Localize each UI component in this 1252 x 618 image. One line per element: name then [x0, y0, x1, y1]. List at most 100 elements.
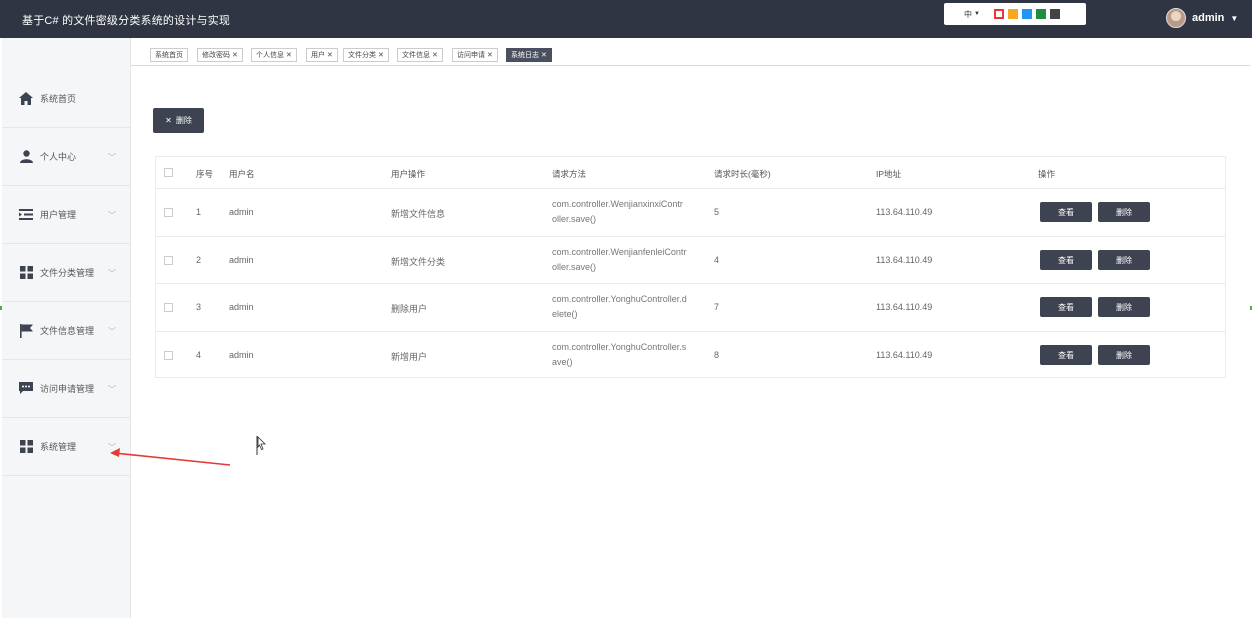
tab-label: 个人信息 [256, 52, 284, 59]
sidebar-item-access-request[interactable]: 访问申请管理 ﹀ [2, 360, 131, 418]
table-header-row: 序号 用户名 用户操作 请求方法 请求时长(毫秒) IP地址 操作 [156, 157, 1225, 189]
close-icon[interactable]: ✕ [541, 51, 547, 59]
chevron-down-icon: ﹀ [108, 327, 116, 336]
view-button[interactable]: 查看 [1040, 345, 1092, 365]
row-method: com.controller.WenjianxinxiContr oller.sa… [552, 197, 683, 227]
column-header: 用户名 [229, 169, 255, 179]
row-checkbox[interactable] [164, 208, 173, 217]
sidebar-item-file-category[interactable]: 文件分类管理 ﹀ [2, 244, 131, 302]
avatar [1166, 8, 1186, 28]
row-number: 2 [196, 255, 202, 265]
tab-system-log[interactable]: 系统日志 ✕ [506, 48, 552, 62]
chevron-down-icon: ﹀ [108, 211, 116, 220]
row-checkbox[interactable] [164, 303, 173, 312]
theme-swatch-dark[interactable] [1049, 9, 1060, 19]
table-row: 2 admin 新增文件分类 com.controller.Wenjianfen… [156, 237, 1225, 284]
tab-label: 文件信息 [402, 52, 430, 59]
tab-home[interactable]: 系统首页 [150, 48, 188, 62]
sidebar-item-users[interactable]: 用户管理 ﹀ [2, 186, 131, 244]
delete-button[interactable]: 删除 [1098, 297, 1150, 317]
tab-change-password[interactable]: 修改密码 ✕ [197, 48, 243, 62]
row-checkbox[interactable] [164, 351, 173, 360]
row-method-line: com.controller.WenjianfenleiContr [552, 247, 687, 257]
view-button[interactable]: 查看 [1040, 297, 1092, 317]
column-header: 序号 [196, 169, 214, 179]
chevron-down-icon: ﹀ [108, 385, 116, 394]
theme-swatch-blue[interactable] [1021, 9, 1032, 19]
window-edge-marker [0, 306, 2, 310]
batch-delete-button[interactable]: ✕ 删除 [153, 108, 204, 133]
delete-button[interactable]: 删除 [1098, 202, 1150, 222]
home-icon [18, 92, 34, 106]
sidebar-item-file-info[interactable]: 文件信息管理 ﹀ [2, 302, 131, 360]
sidebar-item-personal[interactable]: 个人中心 ﹀ [2, 128, 131, 186]
tab-file-info[interactable]: 文件信息 ✕ [397, 48, 443, 62]
top-header: 基于C# 的文件密级分类系统的设计与实现 中 ▼ admin ▼ [0, 0, 1252, 38]
row-method: com.controller.WenjianfenleiContr oller.s… [552, 245, 686, 275]
close-icon[interactable]: ✕ [232, 51, 238, 59]
tab-file-category[interactable]: 文件分类 ✕ [343, 48, 389, 62]
tab-label: 文件分类 [348, 52, 376, 59]
tab-label: 访问申请 [457, 52, 485, 59]
tab-label: 系统首页 [155, 52, 183, 59]
row-method-line: oller.save() [552, 214, 597, 224]
close-icon[interactable]: ✕ [487, 51, 493, 59]
grid-icon [18, 266, 34, 280]
row-method: com.controller.YonghuController.s ave() [552, 340, 686, 370]
view-button[interactable]: 查看 [1040, 250, 1092, 270]
row-operation: 新增文件信息 [391, 209, 446, 219]
caret-down-icon: ▼ [974, 11, 980, 17]
row-method: com.controller.YonghuController.d elete() [552, 292, 687, 322]
close-icon[interactable]: ✕ [327, 51, 333, 59]
user-menu[interactable]: admin ▼ [1166, 8, 1238, 28]
chevron-down-icon: ﹀ [108, 153, 116, 162]
column-header: 请求方法 [552, 169, 587, 179]
delete-button[interactable]: 删除 [1098, 250, 1150, 270]
row-duration: 5 [714, 207, 720, 217]
sidebar-item-label: 系统首页 [40, 94, 77, 104]
tab-access-request[interactable]: 访问申请 ✕ [452, 48, 498, 62]
row-username: admin [229, 302, 254, 312]
select-all-checkbox[interactable] [164, 168, 173, 177]
caret-down-icon: ▼ [1230, 13, 1239, 23]
sidebar-item-label: 文件分类管理 [40, 268, 95, 278]
row-method-line: com.controller.WenjianxinxiContr [552, 199, 683, 209]
tab-users[interactable]: 用户 ✕ [306, 48, 338, 62]
tab-personal-info[interactable]: 个人信息 ✕ [251, 48, 297, 62]
theme-swatch-red[interactable] [993, 9, 1004, 19]
mouse-cursor-icon [256, 436, 266, 455]
row-number: 4 [196, 350, 202, 360]
theme-swatch-orange[interactable] [1007, 9, 1018, 19]
row-username: admin [229, 255, 254, 265]
row-number: 3 [196, 302, 202, 312]
language-select[interactable]: 中 ▼ [964, 9, 980, 20]
sidebar-item-home[interactable]: 系统首页 [2, 70, 131, 128]
theme-toolbar: 中 ▼ [944, 3, 1086, 25]
close-icon[interactable]: ✕ [286, 51, 292, 59]
tab-bar: 系统首页 修改密码 ✕ 个人信息 ✕ 用户 ✕ 文件分类 ✕ 文件信息 ✕ 访问申请 ✕ 系… [131, 38, 1250, 66]
view-button[interactable]: 查看 [1040, 202, 1092, 222]
row-username: admin [229, 350, 254, 360]
close-icon[interactable]: ✕ [432, 51, 438, 59]
row-method-line: oller.save() [552, 262, 597, 272]
row-checkbox[interactable] [164, 256, 173, 265]
sidebar-item-label: 系统管理 [40, 442, 77, 452]
sidebar-item-label: 文件信息管理 [40, 326, 95, 336]
column-header: 请求时长(毫秒) [714, 169, 771, 179]
flag-icon [18, 323, 34, 338]
user-icon [18, 150, 34, 164]
delete-button[interactable]: 删除 [1098, 345, 1150, 365]
row-method-line: ave() [552, 357, 573, 367]
language-label: 中 [964, 9, 972, 19]
row-duration: 8 [714, 350, 720, 360]
theme-swatch-green[interactable] [1035, 9, 1046, 19]
column-header: 用户操作 [391, 169, 426, 179]
sidebar-item-label: 用户管理 [40, 210, 77, 220]
row-ip: 113.64.110.49 [876, 207, 933, 217]
row-duration: 4 [714, 255, 720, 265]
tab-label: 修改密码 [202, 52, 230, 59]
list-indent-icon [18, 208, 34, 222]
close-icon[interactable]: ✕ [378, 51, 384, 59]
log-table: 序号 用户名 用户操作 请求方法 请求时长(毫秒) IP地址 操作 1 admi… [155, 156, 1226, 378]
row-number: 1 [196, 207, 202, 217]
